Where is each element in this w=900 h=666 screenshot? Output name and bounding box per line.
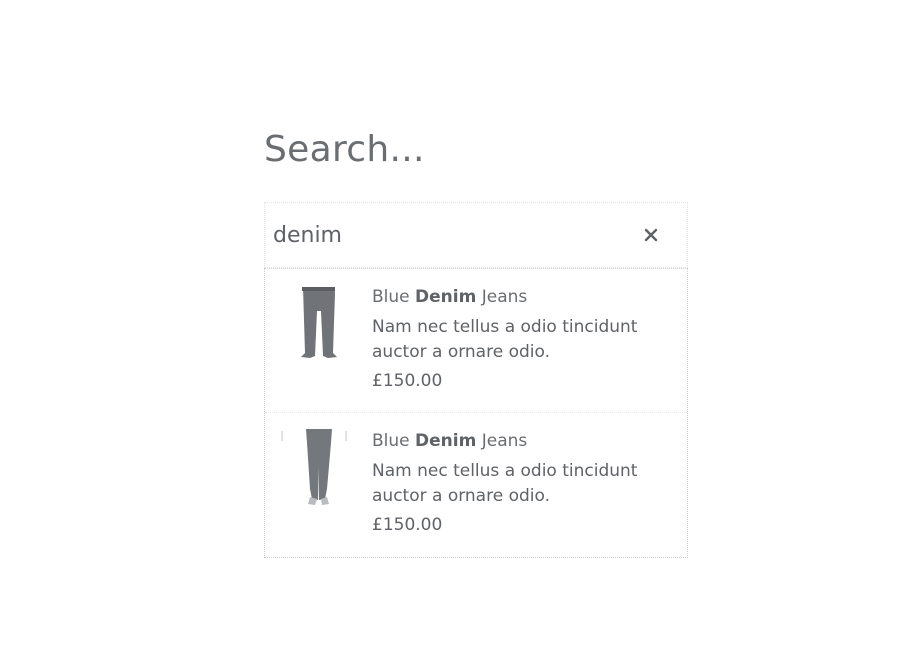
- search-box: [264, 202, 688, 268]
- jeans-thumbnail-image: [301, 287, 337, 358]
- result-title-match: Denim: [415, 287, 477, 307]
- search-input[interactable]: [273, 213, 633, 257]
- result-price: £150.00: [372, 371, 443, 391]
- result-description: Nam nec tellus a odio tincidunt auctor a…: [372, 461, 638, 506]
- result-title-match: Denim: [415, 431, 477, 451]
- search-result-item[interactable]: Blue Denim Jeans Nam nec tellus a odio t…: [265, 413, 687, 557]
- search-results-list: Blue Denim Jeans Nam nec tellus a odio t…: [264, 268, 688, 558]
- search-result-item[interactable]: Blue Denim Jeans Nam nec tellus a odio t…: [265, 269, 687, 413]
- search-heading: Search...: [264, 129, 425, 170]
- clear-search-button[interactable]: [639, 223, 663, 247]
- result-description: Nam nec tellus a odio tincidunt auctor a…: [372, 317, 638, 362]
- result-price: £150.00: [372, 515, 443, 535]
- close-icon: [644, 228, 658, 242]
- jeans-thumbnail-image: [281, 429, 347, 505]
- result-title: Blue Denim Jeans: [372, 431, 528, 451]
- result-title: Blue Denim Jeans: [372, 287, 528, 307]
- search-widget: Search... Blue Denim Jeans Nam nec tellu…: [264, 128, 688, 558]
